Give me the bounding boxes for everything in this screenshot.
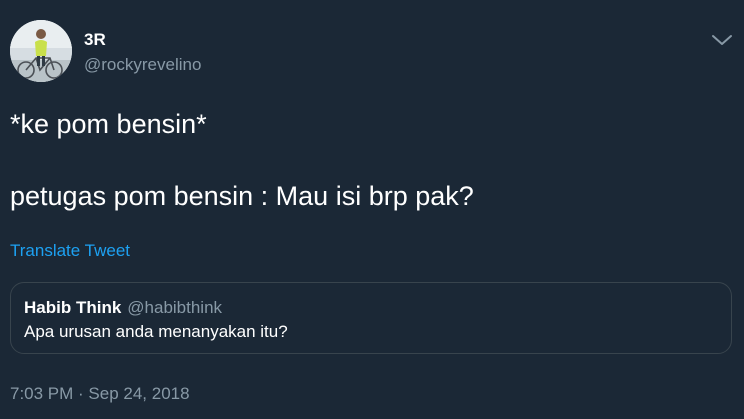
chevron-down-icon[interactable] [710,30,734,50]
tweet-text-gap [10,142,730,178]
quoted-tweet[interactable]: Habib Think @habibthink Apa urusan anda m… [10,282,732,354]
author-avatar[interactable] [10,20,72,82]
author-handle[interactable]: @rockyrevelino [84,54,201,76]
author-display-name[interactable]: 3R [84,30,201,50]
quoted-display-name: Habib Think [24,298,122,317]
author-names: 3R @rockyrevelino [84,30,201,76]
tweet-timestamp[interactable]: 7:03 PM · Sep 24, 2018 [10,383,190,405]
tweet: 3R @rockyrevelino *ke pom bensin* petuga… [0,0,744,419]
tweet-text: *ke pom bensin* petugas pom bensin : Mau… [10,106,730,214]
tweet-header: 3R @rockyrevelino [10,20,734,84]
quoted-tweet-text: Apa urusan anda menanyakan itu? [24,322,288,341]
translate-tweet-link[interactable]: Translate Tweet [10,240,130,262]
tweet-text-line-1: *ke pom bensin* [10,109,207,139]
user-avatar-icon [10,20,72,82]
tweet-text-line-2: petugas pom bensin : Mau isi brp pak? [10,181,474,211]
quoted-tweet-header: Habib Think @habibthink [24,297,222,319]
quoted-handle: @habibthink [127,298,223,317]
